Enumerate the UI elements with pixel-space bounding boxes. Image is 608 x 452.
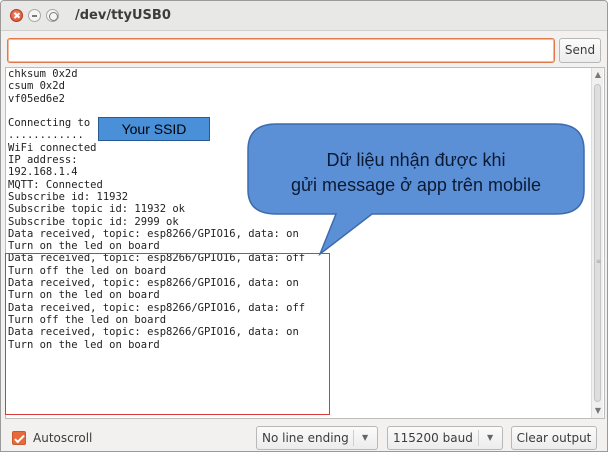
scroll-thumb[interactable]: ≡ xyxy=(594,84,601,402)
console-line: Turn on the led on board xyxy=(8,240,160,253)
console-line: Subscribe topic id: 11932 ok xyxy=(8,203,186,216)
line-ending-value: No line ending xyxy=(262,431,349,445)
callout-text: Dữ liệu nhận được khi gửi message ở app … xyxy=(248,148,584,198)
callout-line-2: gửi message ở app trên mobile xyxy=(291,175,541,195)
window-title: /dev/ttyUSB0 xyxy=(75,8,171,23)
maximize-window-icon[interactable] xyxy=(46,9,59,22)
received-data-highlight xyxy=(5,253,330,415)
console-line: chksum 0x2d xyxy=(8,68,78,80)
line-ending-select[interactable]: No line ending ▼ xyxy=(256,426,378,450)
title-bar: /dev/ttyUSB0 xyxy=(1,1,607,31)
callout-line-1: Dữ liệu nhận được khi xyxy=(326,150,506,170)
console-line: csum 0x2d xyxy=(8,80,65,93)
send-input[interactable] xyxy=(7,38,555,63)
chevron-down-icon: ▼ xyxy=(487,433,494,442)
console-line: Subscribe topic id: 2999 ok xyxy=(8,215,179,228)
close-window-icon[interactable] xyxy=(10,9,23,22)
scroll-up-arrow-icon[interactable]: ▲ xyxy=(592,68,604,82)
vertical-scrollbar[interactable]: ▲ ≡ ▼ xyxy=(591,68,603,418)
console-line: ............ xyxy=(8,129,84,142)
select-divider xyxy=(478,430,479,446)
autoscroll-label: Autoscroll xyxy=(33,431,93,445)
baud-rate-value: 115200 baud xyxy=(393,431,473,445)
clear-output-button[interactable]: Clear output xyxy=(511,426,597,450)
minimize-window-icon[interactable] xyxy=(28,9,41,22)
console-line: Connecting to xyxy=(8,117,91,130)
bottom-bar: Autoscroll No line ending ▼ 115200 baud … xyxy=(1,423,607,451)
ssid-annotation: Your SSID xyxy=(98,117,210,141)
send-button[interactable]: Send xyxy=(559,38,601,63)
send-row: Send xyxy=(1,33,607,67)
scroll-grip-icon: ≡ xyxy=(596,258,602,265)
baud-rate-select[interactable]: 115200 baud ▼ xyxy=(387,426,503,450)
scroll-down-arrow-icon[interactable]: ▼ xyxy=(592,404,604,418)
autoscroll-checkbox[interactable] xyxy=(12,431,26,445)
console-line: vf05ed6e2 xyxy=(8,92,65,105)
select-divider xyxy=(353,430,354,446)
chevron-down-icon: ▼ xyxy=(362,433,369,442)
console-line: Data received, topic: esp8266/GPIO16, da… xyxy=(8,227,299,240)
